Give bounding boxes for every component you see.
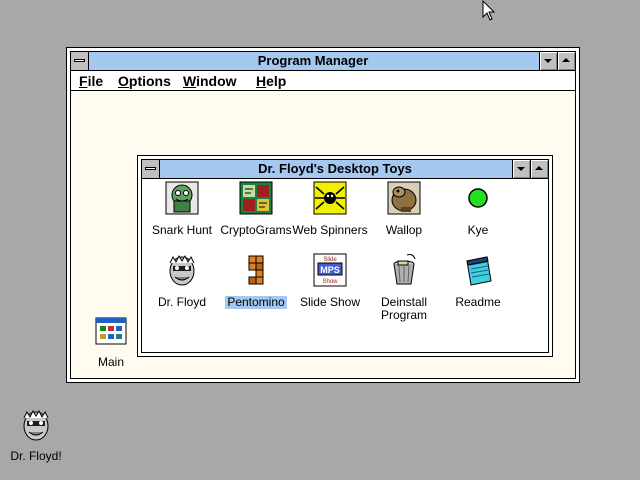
- menu-help[interactable]: Help: [256, 72, 286, 90]
- child-maximize-button[interactable]: [530, 160, 548, 178]
- pentomino-label: Pentomino: [225, 295, 287, 309]
- wallop-label: Wallop: [385, 223, 423, 237]
- notepad-icon: [466, 256, 492, 286]
- desktop-toys-titlebar[interactable]: Dr. Floyd's Desktop Toys: [142, 160, 548, 179]
- program-group-icon: [95, 317, 127, 345]
- child-minimize-button[interactable]: [512, 160, 530, 178]
- program-item-slide-show[interactable]: Slide MPS Show Slide Show: [290, 253, 370, 311]
- slide-show-icon: Slide MPS Show: [313, 253, 347, 287]
- child-control-menu-button[interactable]: [142, 160, 160, 178]
- maximize-button[interactable]: [557, 52, 575, 70]
- menu-file[interactable]: File: [79, 72, 103, 90]
- program-item-web-spinners[interactable]: Web Spinners: [290, 181, 370, 239]
- program-item-deinstall[interactable]: Deinstall Program: [364, 253, 444, 324]
- program-item-readme[interactable]: Readme: [438, 253, 518, 311]
- cryptograms-label: CryptoGrams: [220, 223, 292, 237]
- dr-floyd-label: Dr. Floyd: [157, 295, 206, 309]
- main-group-label: Main: [97, 355, 124, 369]
- program-item-kye[interactable]: Kye: [438, 181, 518, 239]
- control-menu-button[interactable]: [71, 52, 89, 70]
- program-manager-titlebar[interactable]: Program Manager: [71, 52, 575, 71]
- program-manager-title: Program Manager: [257, 53, 369, 68]
- program-item-pentomino[interactable]: Pentomino: [216, 253, 296, 311]
- minimize-icon: [544, 59, 552, 63]
- program-item-snark-hunt[interactable]: Snark Hunt: [142, 181, 222, 239]
- dr-floyd-icon: [169, 254, 195, 286]
- web-spinners-label: Web Spinners: [292, 223, 368, 237]
- trash-can-icon: [393, 254, 416, 285]
- program-item-cryptograms[interactable]: CryptoGrams: [216, 181, 296, 239]
- wallop-icon: [387, 181, 421, 215]
- web-spinners-icon: [313, 181, 347, 215]
- maximize-icon: [535, 166, 543, 170]
- maximize-icon: [562, 58, 570, 62]
- deinstall-label: Deinstall Program: [380, 295, 428, 322]
- menu-bar: File Options Window Help: [71, 71, 575, 91]
- pentomino-icon: [248, 255, 264, 285]
- desktop-toys-window[interactable]: Dr. Floyd's Desktop Toys Snark Hunt Cryp…: [137, 155, 553, 357]
- menu-window[interactable]: Window: [183, 72, 237, 90]
- program-item-wallop[interactable]: Wallop: [364, 181, 444, 239]
- menu-options[interactable]: Options: [118, 72, 171, 90]
- desktop-toys-client: Dr. Floyd's Desktop Toys Snark Hunt Cryp…: [141, 159, 549, 353]
- desktop-item-dr-floyd[interactable]: Dr. Floyd!: [0, 408, 76, 465]
- minimize-icon: [517, 167, 525, 171]
- desktop-toys-title: Dr. Floyd's Desktop Toys: [258, 161, 412, 176]
- snark-hunt-label: Snark Hunt: [151, 223, 213, 237]
- slide-show-badge-mid: MPS: [320, 265, 340, 275]
- minimize-button[interactable]: [539, 52, 557, 70]
- kye-icon: [468, 188, 488, 208]
- slide-show-badge-bottom: Show: [322, 279, 338, 285]
- desktop-dr-floyd-label: Dr. Floyd!: [10, 449, 62, 463]
- program-item-dr-floyd[interactable]: Dr. Floyd: [142, 253, 222, 311]
- slide-show-badge-top: Slide: [323, 257, 337, 263]
- mouse-pointer-icon: [482, 0, 496, 21]
- dr-floyd-icon: [23, 409, 49, 441]
- kye-label: Kye: [467, 223, 489, 237]
- slide-show-label: Slide Show: [299, 295, 361, 309]
- snark-hunt-icon: [165, 181, 199, 215]
- cryptograms-icon: [239, 181, 273, 215]
- readme-label: Readme: [455, 295, 501, 309]
